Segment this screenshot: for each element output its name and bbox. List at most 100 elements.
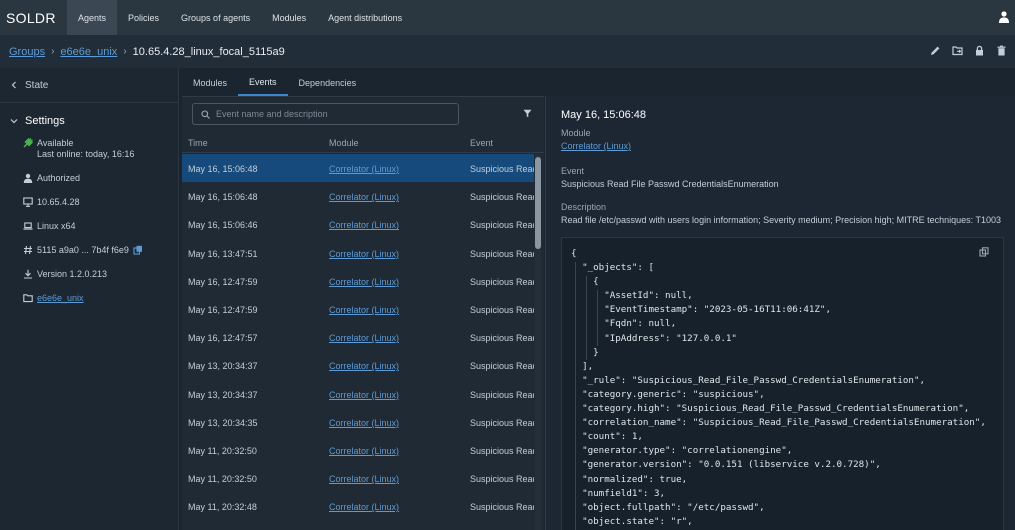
agent-hash: 5115 a9a0 ... 7b4f f6e9 (37, 245, 129, 255)
row-module-link[interactable]: Correlator (Linux) (329, 390, 399, 400)
tab-events[interactable]: Events (238, 70, 288, 96)
json-line: "Fqdn": null, (571, 318, 677, 330)
column-header-time[interactable]: Time (188, 138, 208, 148)
laptop-icon (23, 222, 33, 230)
json-line: "IpAddress": "127.0.0.1" (571, 332, 737, 344)
table-row[interactable]: May 16, 12:47:57 Correlator (Linux) Suspic… (182, 323, 534, 351)
copy-icon[interactable] (133, 245, 143, 255)
row-time: May 11, 20:32:50 (188, 445, 257, 456)
table-row[interactable]: May 16, 12:47:59 Correlator (Linux) Suspic… (182, 295, 534, 323)
row-time: May 16, 15:06:48 (188, 164, 258, 174)
row-time: May 16, 13:47:51 (188, 248, 258, 259)
row-module-link[interactable]: Correlator (Linux) (329, 333, 399, 343)
authorized-item: Authorized (0, 173, 178, 183)
table-row[interactable]: May 13, 20:34:35 Correlator (Linux) Suspic… (182, 408, 534, 436)
row-module-link[interactable]: Correlator (Linux) (329, 502, 399, 512)
row-module-link[interactable]: Correlator (Linux) (329, 474, 399, 484)
row-event: Suspicious Read (470, 248, 534, 259)
tab-modules[interactable]: Modules (182, 70, 238, 96)
json-line: "normalized": true, (571, 473, 688, 485)
breadcrumb-groups-link[interactable]: Groups (9, 46, 45, 58)
edit-icon[interactable] (930, 45, 941, 56)
row-module-link[interactable]: Correlator (Linux) (329, 305, 399, 315)
settings-label: Settings (25, 115, 65, 127)
json-line: "generator.type": "correlationengine", (571, 445, 793, 457)
tab-dependencies[interactable]: Dependencies (288, 70, 368, 96)
json-line: "object.state": "r", (571, 515, 693, 527)
state-section-toggle[interactable]: State (0, 68, 178, 103)
row-module-link[interactable]: Correlator (Linux) (329, 192, 399, 202)
event-detail-title: May 16, 15:06:48 (561, 109, 647, 121)
table-row[interactable]: May 11, 20:32:50 Correlator (Linux) Suspic… (182, 436, 534, 464)
hash-icon (24, 245, 32, 255)
json-line: "_rule": "Suspicious_Read_File_Passwd_Cr… (571, 374, 926, 386)
ip-item: 10.65.4.28 (0, 197, 178, 207)
nav-agents[interactable]: Agents (67, 0, 118, 35)
row-module-link[interactable]: Correlator (Linux) (329, 249, 399, 259)
json-line: "generator.version": "0.0.151 (libservic… (571, 459, 881, 471)
row-module-link[interactable]: Correlator (Linux) (329, 277, 399, 287)
row-time: May 13, 20:34:35 (188, 417, 258, 428)
column-header-event[interactable]: Event (470, 138, 493, 148)
row-time: May 16, 15:06:46 (188, 220, 258, 231)
json-content: { "_objects": [ { "AssetId": null, "Even… (571, 247, 986, 529)
last-online: Last online: today, 16:16 (37, 149, 135, 159)
table-row[interactable]: May 16, 15:06:48 Correlator (Linux) Suspic… (182, 182, 534, 210)
table-row[interactable]: May 16, 13:47:51 Correlator (Linux) Suspic… (182, 239, 534, 267)
table-row[interactable]: May 13, 20:34:37 Correlator (Linux) Suspic… (182, 380, 534, 408)
table-row[interactable]: May 11, 20:32:48 Correlator (Linux) Suspic… (182, 492, 534, 520)
search-input[interactable] (216, 109, 446, 119)
row-time: May 11, 20:32:50 (188, 474, 257, 485)
move-to-group-icon[interactable] (952, 45, 963, 56)
nav-groups-of-agents[interactable]: Groups of agents (170, 0, 261, 35)
lock-icon[interactable] (974, 45, 985, 56)
event-description: Read file /etc/passwd with users login i… (561, 215, 1002, 225)
breadcrumb-separator: › (123, 46, 127, 57)
sidebar: State Settings Available Last online: to… (0, 68, 179, 530)
events-scrollbar[interactable] (535, 155, 541, 530)
table-row[interactable]: May 16, 15:06:46 Correlator (Linux) Suspic… (182, 210, 534, 238)
main-nav: Agents Policies Groups of agents Modules… (67, 0, 413, 35)
row-event: Suspicious Read (470, 192, 534, 203)
filter-icon[interactable] (523, 109, 532, 118)
row-event: Suspicious Read (470, 502, 534, 513)
row-module-link[interactable]: Correlator (Linux) (329, 418, 399, 428)
module-link[interactable]: Correlator (Linux) (561, 141, 631, 151)
search-icon (201, 109, 210, 119)
collapse-left-icon (11, 81, 16, 89)
column-header-module[interactable]: Module (329, 138, 359, 148)
row-module-link[interactable]: Correlator (Linux) (329, 220, 399, 230)
delete-icon[interactable] (996, 45, 1007, 56)
table-row[interactable]: May 16, 12:47:59 Correlator (Linux) Suspic… (182, 267, 534, 295)
module-label: Module (561, 128, 591, 138)
os-item: Linux x64 (0, 221, 178, 231)
row-module-link[interactable]: Correlator (Linux) (329, 446, 399, 456)
user-badge-icon (23, 173, 33, 183)
table-row[interactable]: May 11, 20:32:50 Correlator (Linux) Suspic… (182, 464, 534, 492)
nav-policies[interactable]: Policies (117, 0, 170, 35)
nav-modules[interactable]: Modules (261, 0, 317, 35)
row-event: Suspicious Read (470, 164, 534, 174)
group-link[interactable]: e6e6e_unix (37, 293, 84, 303)
event-detail-panel: May 16, 15:06:48 Module Correlator (Linu… (545, 96, 1015, 530)
settings-section-toggle[interactable]: Settings (0, 105, 178, 137)
scrollbar-thumb[interactable] (535, 157, 541, 249)
row-time: May 16, 15:06:48 (188, 192, 258, 203)
breadcrumb-group-link[interactable]: e6e6e_unix (60, 46, 117, 58)
nav-agent-distributions[interactable]: Agent distributions (317, 0, 413, 35)
table-row[interactable]: May 13, 20:34:37 Correlator (Linux) Suspic… (182, 351, 534, 379)
json-line: "category.generic": "suspicious", (571, 388, 765, 400)
row-module-link[interactable]: Correlator (Linux) (329, 164, 399, 174)
row-module-link[interactable]: Correlator (Linux) (329, 361, 399, 371)
table-row[interactable]: May 16, 15:06:48 Correlator (Linux) Suspic… (182, 154, 534, 183)
json-line: "_objects": [ (571, 262, 654, 274)
row-time: May 13, 20:34:37 (188, 389, 258, 400)
event-json-viewer: { "_objects": [ { "AssetId": null, "Even… (561, 237, 1004, 530)
row-event: Suspicious Read (470, 220, 534, 231)
app-logo[interactable]: SOLDR (0, 10, 67, 26)
user-icon[interactable] (999, 11, 1009, 23)
json-line: "count": 1, (571, 431, 643, 443)
row-event: Suspicious Read (470, 304, 534, 315)
row-event: Suspicious Read (470, 445, 534, 456)
tab-bar: Modules Events Dependencies (182, 70, 367, 96)
